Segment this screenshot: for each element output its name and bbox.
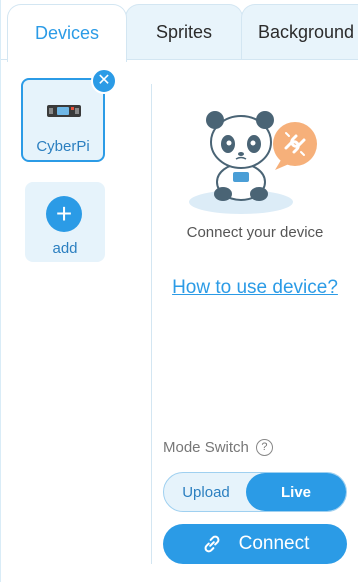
connect-label: Connect — [238, 533, 310, 554]
device-name: CyberPi — [36, 138, 90, 155]
add-label: add — [52, 240, 78, 257]
connect-button[interactable]: Connect — [163, 524, 347, 564]
remove-device-icon[interactable]: ✕ — [91, 68, 117, 94]
tab-sprites[interactable]: Sprites — [125, 4, 243, 60]
device-card-cyberpi[interactable]: CyberPi ✕ — [21, 68, 117, 162]
connect-hint: Connect your device — [186, 224, 324, 241]
device-list: CyberPi ✕ + add — [1, 60, 151, 582]
cyberpi-device-icon — [47, 105, 81, 117]
mode-switch-text: Mode Switch — [163, 439, 249, 456]
panda-disconnected-illustration — [189, 111, 317, 214]
how-to-use-link[interactable]: How to use device? — [153, 277, 357, 299]
panel-divider — [151, 84, 152, 564]
help-icon[interactable]: ? — [255, 439, 273, 456]
add-device-button[interactable]: + add — [25, 182, 105, 262]
link-icon — [204, 535, 220, 553]
plus-icon: + — [46, 196, 82, 232]
tab-devices[interactable]: Devices — [7, 4, 127, 62]
tab-background[interactable]: Background — [241, 4, 358, 60]
mode-upload-option[interactable]: Upload — [164, 473, 248, 511]
device-panel: Sprites Background Devices CyberPi ✕ + a… — [0, 0, 358, 582]
mode-live-option[interactable]: Live — [246, 473, 346, 511]
mode-switch: Upload Live — [163, 472, 347, 512]
mode-switch-label: Mode Switch ? — [163, 439, 273, 456]
tab-bar: Sprites Background Devices — [1, 0, 358, 62]
